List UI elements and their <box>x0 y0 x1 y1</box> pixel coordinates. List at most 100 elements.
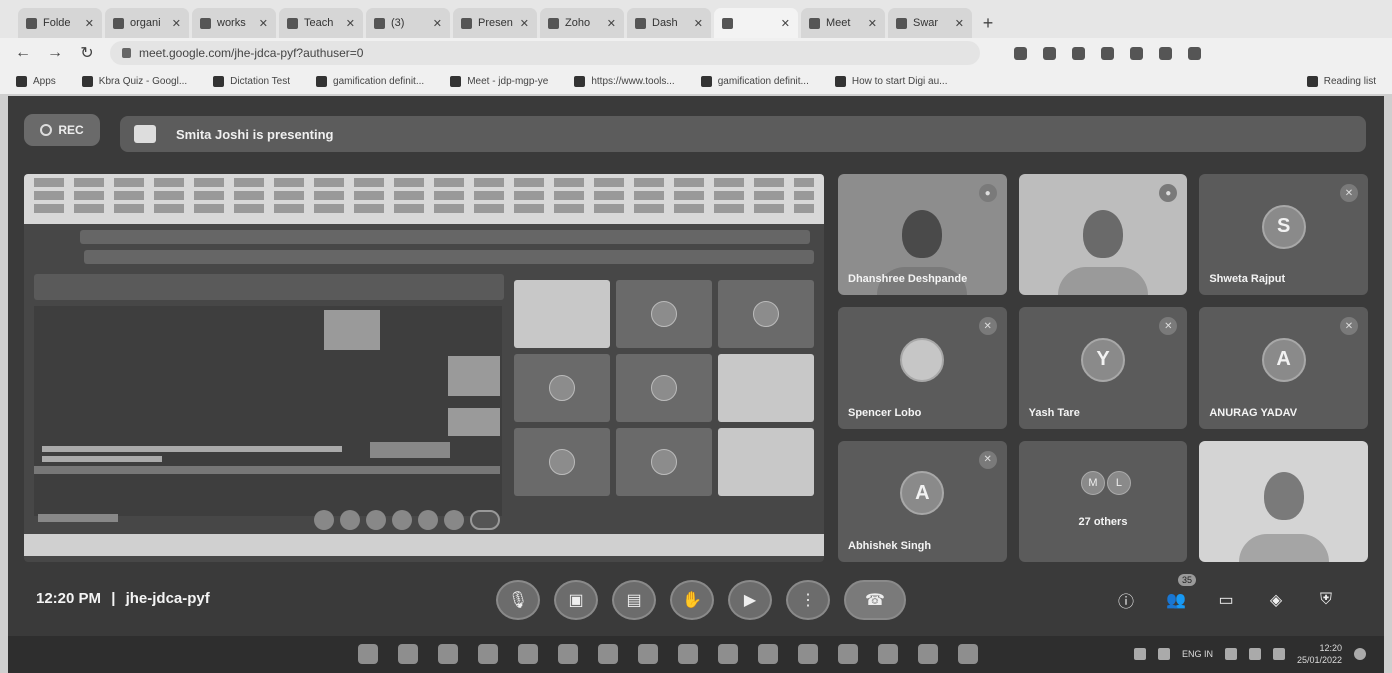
shared-control <box>418 510 438 530</box>
extension-icon[interactable] <box>1159 46 1172 60</box>
close-icon[interactable]: ✕ <box>694 17 703 30</box>
shared-taskbar <box>24 534 824 556</box>
browser-tab[interactable]: Dash ✕ <box>627 8 711 38</box>
clock-display[interactable]: 12:20 25/01/2022 <box>1297 642 1342 666</box>
bookmark-item[interactable]: Apps <box>16 75 56 87</box>
bookmark-item[interactable]: gamification definit... <box>316 75 425 87</box>
participant-tile[interactable]: Y ✕ Yash Tare <box>1018 307 1188 429</box>
reload-icon[interactable]: ↻ <box>78 43 96 63</box>
browser-tab[interactable]: works ✕ <box>192 8 276 38</box>
extension-icon[interactable] <box>1014 46 1027 60</box>
close-icon[interactable]: ✕ <box>259 17 268 30</box>
app-icon[interactable] <box>758 644 778 664</box>
extension-icon[interactable] <box>1072 46 1085 60</box>
browser-tab[interactable]: Zoho ✕ <box>540 8 624 38</box>
browser-tab[interactable]: Teach ✕ <box>279 8 363 38</box>
microphone-button[interactable]: 🎙 <box>496 580 540 620</box>
shared-tile <box>514 428 610 496</box>
reading-list-button[interactable]: Reading list <box>1306 75 1376 87</box>
wifi-icon[interactable] <box>1224 648 1237 660</box>
app-icon[interactable] <box>598 644 618 664</box>
browser-tab[interactable]: organi ✕ <box>105 8 189 38</box>
participant-tile[interactable]: ✕ Spencer Lobo <box>838 307 1007 429</box>
volume-icon[interactable] <box>1248 648 1261 660</box>
app-icon[interactable] <box>958 644 978 664</box>
close-icon[interactable]: ✕ <box>868 17 877 30</box>
participant-tile[interactable]: S ✕ Shweta Rajput <box>1199 174 1368 296</box>
browser-tab[interactable]: Meet ✕ <box>801 8 885 38</box>
participant-name: ANURAG YADAV <box>1209 406 1298 419</box>
bookmark-item[interactable]: gamification definit... <box>700 75 809 87</box>
close-icon[interactable]: ✕ <box>346 17 355 30</box>
shared-screen[interactable] <box>24 174 824 562</box>
app-icon[interactable] <box>798 644 818 664</box>
captions-button[interactable]: ▤ <box>612 580 656 620</box>
close-icon[interactable]: ✕ <box>955 17 964 30</box>
close-icon[interactable]: ✕ <box>172 17 181 30</box>
bookmark-item[interactable]: Dictation Test <box>213 75 290 87</box>
close-icon[interactable]: ✕ <box>607 17 616 30</box>
more-options-button[interactable]: ⋮ <box>786 580 830 620</box>
network-icon[interactable] <box>1157 648 1170 660</box>
bookmark-item[interactable]: Kbra Quiz - Googl... <box>81 75 188 87</box>
participant-tile[interactable]: ● <box>1018 174 1188 296</box>
new-tab-button[interactable]: + <box>975 8 1001 38</box>
host-controls-button[interactable]: ⛨ <box>1312 586 1340 614</box>
recording-indicator[interactable]: REC <box>24 114 100 146</box>
extension-icon[interactable] <box>1130 46 1143 60</box>
extension-icon[interactable] <box>1101 46 1114 60</box>
camera-button[interactable]: ▣ <box>554 580 598 620</box>
forward-arrow-icon[interactable]: → <box>46 44 64 62</box>
language-indicator[interactable]: ENG IN <box>1182 649 1213 659</box>
chrome-icon[interactable] <box>918 644 938 664</box>
present-button[interactable]: ▶ <box>728 580 772 620</box>
participant-tile[interactable]: A ✕ ANURAG YADAV <box>1199 307 1368 429</box>
participant-tile[interactable] <box>1199 440 1368 562</box>
browser-tab[interactable]: Folde ✕ <box>18 8 102 38</box>
battery-icon[interactable] <box>1272 648 1285 660</box>
browser-tab[interactable]: Presen ✕ <box>453 8 537 38</box>
notification-icon[interactable] <box>1354 648 1366 660</box>
shared-avatar <box>651 449 677 475</box>
presenting-banner[interactable]: Smita Joshi is presenting <box>120 116 1366 152</box>
raise-hand-button[interactable]: ✋ <box>670 580 714 620</box>
tab-label: Teach <box>304 17 334 29</box>
bookmark-label: gamification definit... <box>333 75 425 87</box>
chevron-up-icon[interactable] <box>1133 648 1146 660</box>
chat-button[interactable]: ▭ <box>1212 586 1240 614</box>
extension-icon[interactable] <box>1043 46 1056 60</box>
amazon-icon[interactable] <box>678 644 698 664</box>
participant-tile[interactable]: ● Dhanshree Deshpande <box>838 174 1007 296</box>
close-icon[interactable]: ✕ <box>781 17 790 30</box>
bookmark-item[interactable]: Meet - jdp-mgp-ye <box>450 75 549 87</box>
profile-avatar-icon[interactable] <box>1188 46 1201 60</box>
windows-start-icon[interactable] <box>358 644 378 664</box>
browser-tab[interactable]: (3) ✕ <box>366 8 450 38</box>
search-icon[interactable] <box>398 644 418 664</box>
back-arrow-icon[interactable]: ← <box>14 44 32 62</box>
task-view-icon[interactable] <box>438 644 458 664</box>
chrome-icon[interactable] <box>878 644 898 664</box>
dropbox-icon[interactable] <box>718 644 738 664</box>
close-icon[interactable]: ✕ <box>433 17 442 30</box>
bookmark-label: Kbra Quiz - Googl... <box>98 75 188 87</box>
mail-icon[interactable] <box>638 644 658 664</box>
chat-app-icon[interactable] <box>518 644 538 664</box>
close-icon[interactable]: ✕ <box>520 17 529 30</box>
leave-call-button[interactable]: ☎ <box>844 580 906 620</box>
bookmark-item[interactable]: https://www.tools... <box>574 75 675 87</box>
meeting-details-button[interactable]: ⓘ <box>1112 586 1140 614</box>
close-icon[interactable]: ✕ <box>85 17 94 30</box>
url-input[interactable]: meet.google.com/jhe-jdca-pyf?authuser=0 <box>110 41 980 65</box>
people-button[interactable]: 👥 35 <box>1162 574 1196 614</box>
participant-tile[interactable]: A ✕ Abhishek Singh <box>838 440 1007 562</box>
activities-button[interactable]: ◈ <box>1262 586 1290 614</box>
participant-tile-others[interactable]: M L 27 others <box>1018 440 1188 562</box>
bookmark-item[interactable]: How to start Digi au... <box>834 75 947 87</box>
bookmark-label: Meet - jdp-mgp-ye <box>467 75 549 87</box>
widgets-icon[interactable] <box>478 644 498 664</box>
browser-tab-active[interactable]: ✕ <box>714 8 798 38</box>
file-explorer-icon[interactable] <box>558 644 578 664</box>
office-icon[interactable] <box>838 644 858 664</box>
browser-tab[interactable]: Swar ✕ <box>888 8 972 38</box>
